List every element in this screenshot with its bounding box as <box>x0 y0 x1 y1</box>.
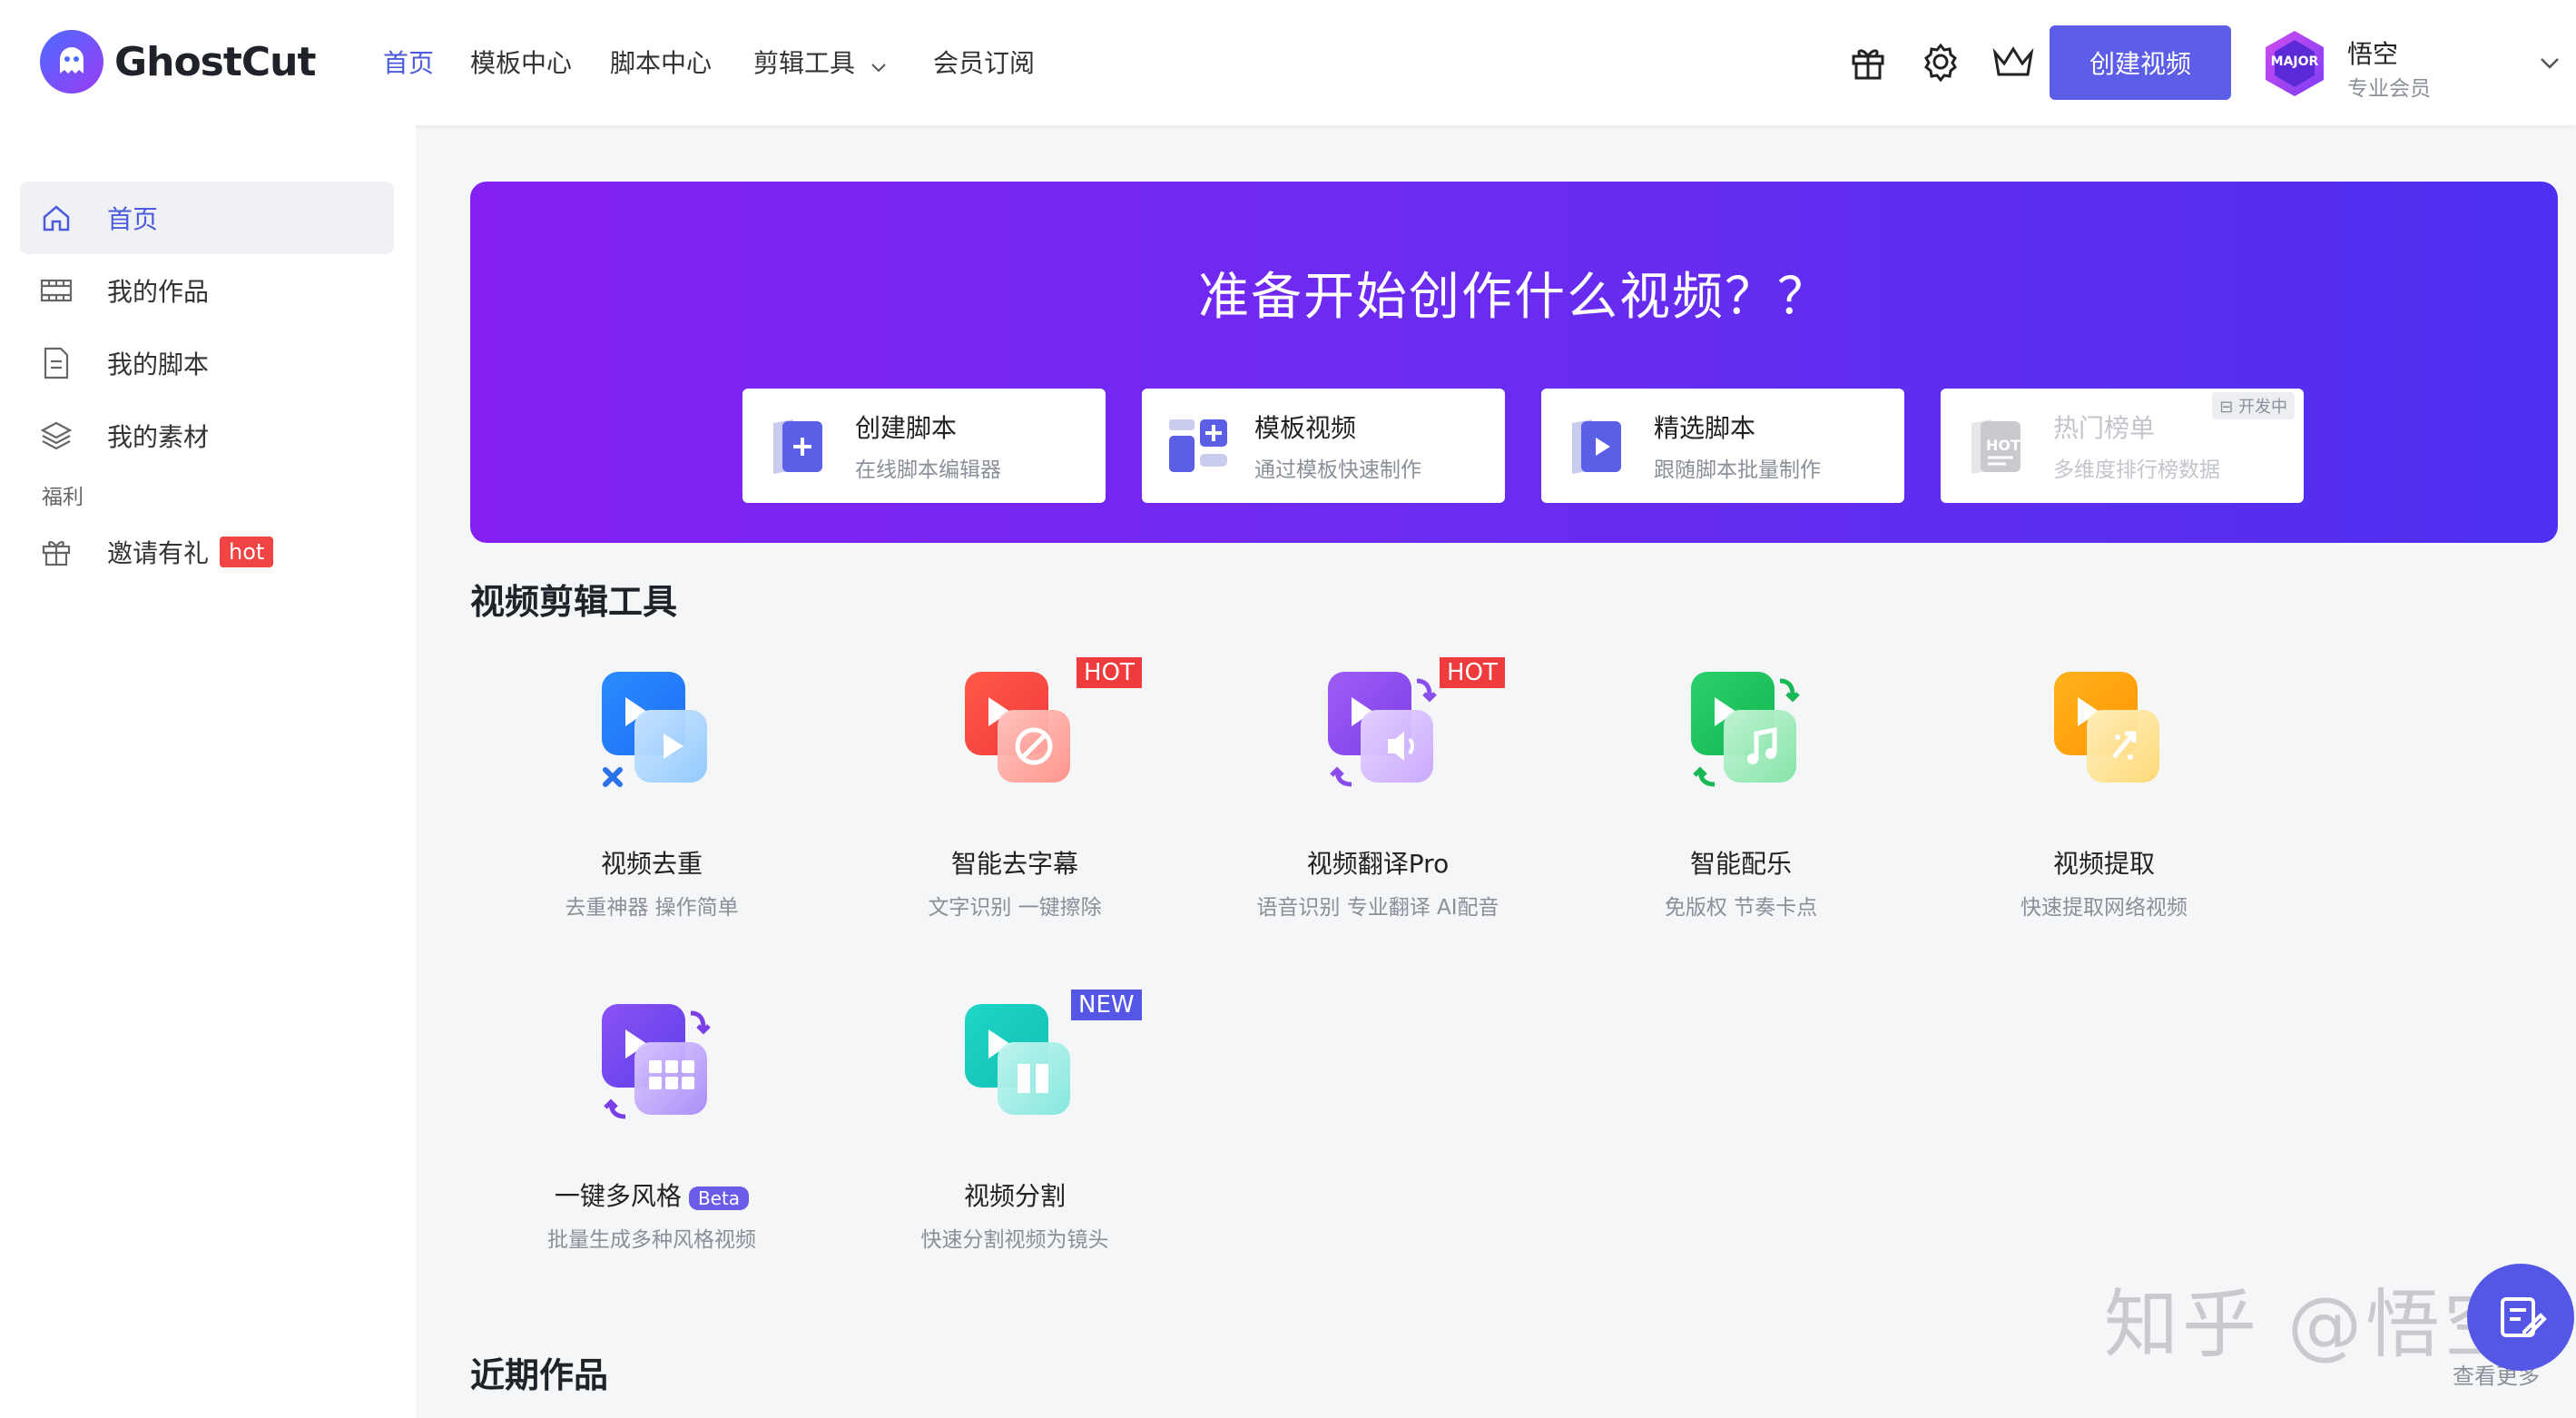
hot-tag: HOT <box>1440 657 1505 688</box>
crown-icon[interactable] <box>1988 36 2039 87</box>
create-video-button[interactable]: 创建视频 <box>2050 25 2231 100</box>
tool-multi-style[interactable]: 一键多风格 Beta 批量生成多种风格视频 <box>470 995 833 1295</box>
quick-card-title: 创建脚本 <box>855 413 958 443</box>
sidebar-item-home[interactable]: 首页 <box>20 182 394 254</box>
tool-desc: 批量生成多种风格视频 <box>547 1228 756 1252</box>
sidebar-item-label: 我的素材 <box>107 422 210 452</box>
sidebar-item-invite[interactable]: 邀请有礼 hot <box>20 516 394 588</box>
tool-desc: 文字识别 一键擦除 <box>928 896 1102 920</box>
remove-subtitle-icon <box>947 663 1083 799</box>
hot-tag: HOT <box>1077 657 1142 688</box>
nav-templates[interactable]: 模板中心 <box>470 44 572 80</box>
gift-icon[interactable] <box>1843 36 1893 87</box>
sidebar-item-label: 首页 <box>107 204 159 234</box>
quick-card-title: 热门榜单 <box>2053 413 2156 443</box>
tool-name-row: 一键多风格 Beta <box>470 1177 833 1213</box>
tool-desc: 语音识别 专业翻译 AI配音 <box>1256 896 1499 920</box>
tool-desc: 快速提取网络视频 <box>2020 896 2188 920</box>
svg-text:HOT: HOT <box>1986 437 2020 454</box>
tool-remove-subtitles[interactable]: HOT 智能去字幕 文字识别 一键擦除 <box>833 657 1196 962</box>
tool-video-split[interactable]: NEW 视频分割 快速分割视频为镜头 <box>833 990 1196 1295</box>
sidebar-item-my-assets[interactable]: 我的素材 <box>20 399 394 472</box>
template-grid-icon <box>1165 414 1231 479</box>
layers-icon <box>38 418 74 454</box>
quick-card-title: 模板视频 <box>1254 413 1357 443</box>
tool-name: 一键多风格 <box>554 1181 682 1211</box>
user-tier: 专业会员 <box>2347 77 2431 101</box>
gear-icon[interactable] <box>1915 36 1966 87</box>
extract-icon <box>2036 663 2172 799</box>
watermark: 知乎 @悟空 <box>2104 1282 2522 1368</box>
tool-video-extract[interactable]: 视频提取 快速提取网络视频 <box>1922 663 2286 962</box>
nav-scripts[interactable]: 脚本中心 <box>610 44 712 80</box>
split-icon <box>947 995 1083 1131</box>
nav-subscription[interactable]: 会员订阅 <box>933 44 1035 80</box>
nav-edit-tools[interactable]: 剪辑工具 <box>753 44 888 80</box>
add-document-icon <box>766 414 831 479</box>
tool-name: 视频分割 <box>963 1181 1066 1211</box>
sidebar: 首页 我的作品 我的脚本 我的素材 福利 邀请有礼 hot <box>0 125 416 1418</box>
in-development-label: 开发中 <box>2238 398 2287 417</box>
sidebar-item-my-works[interactable]: 我的作品 <box>20 254 394 327</box>
tool-name: 视频翻译Pro <box>1306 849 1450 879</box>
quick-card-subtitle: 在线脚本编辑器 <box>855 458 1001 482</box>
tool-video-translate[interactable]: HOT 视频翻译Pro 语音识别 专业翻译 AI配音 <box>1196 657 1559 962</box>
tool-desc: 快速分割视频为镜头 <box>920 1228 1109 1252</box>
ghost-logo-icon <box>38 28 105 95</box>
sidebar-group-label: 福利 <box>42 486 84 509</box>
translate-icon <box>1310 663 1446 799</box>
nav-home[interactable]: 首页 <box>383 44 434 80</box>
hot-badge: hot <box>220 537 274 567</box>
tool-video-dedupe[interactable]: 视频去重 去重神器 操作简单 <box>470 663 833 962</box>
music-icon <box>1673 663 1809 799</box>
tool-name: 智能配乐 <box>1689 849 1792 879</box>
chevron-down-icon <box>870 53 888 73</box>
sidebar-item-label: 我的作品 <box>107 277 210 307</box>
new-tag: NEW <box>1071 990 1142 1020</box>
sidebar-item-label: 我的脚本 <box>107 350 210 379</box>
in-development-tag: ⊟ 开发中 <box>2212 392 2295 419</box>
user-name: 悟空 <box>2347 39 2399 69</box>
quick-card-hot-list: HOT 热门榜单 多维度排行榜数据 ⊟ 开发中 <box>1941 389 2304 503</box>
tool-name: 视频提取 <box>2052 849 2155 879</box>
film-icon <box>38 272 74 309</box>
feedback-float-button[interactable] <box>2467 1264 2574 1371</box>
avatar-badge: MAJOR <box>2270 54 2319 69</box>
play-document-icon <box>1565 414 1630 479</box>
brand-name: GhostCut <box>114 38 317 85</box>
sidebar-item-my-scripts[interactable]: 我的脚本 <box>20 327 394 399</box>
tool-desc: 去重神器 操作简单 <box>565 896 739 920</box>
tool-desc: 免版权 节奏卡点 <box>1664 896 1818 920</box>
multi-style-icon <box>584 995 720 1131</box>
quick-card-template-video[interactable]: 模板视频 通过模板快速制作 <box>1142 389 1505 503</box>
gift-icon <box>38 534 74 570</box>
quick-card-title: 精选脚本 <box>1654 413 1756 443</box>
quick-card-subtitle: 多维度排行榜数据 <box>2053 458 2220 482</box>
top-header: GhostCut 首页 模板中心 脚本中心 剪辑工具 会员订阅 创建视频 MAJ… <box>0 0 2576 125</box>
sidebar-item-label: 邀请有礼 <box>107 538 210 568</box>
nav-edit-tools-label: 剪辑工具 <box>753 48 856 78</box>
logo[interactable]: GhostCut <box>38 27 317 96</box>
dedupe-icon <box>584 663 720 799</box>
quick-card-subtitle: 跟随脚本批量制作 <box>1654 458 1821 482</box>
document-icon <box>38 345 74 381</box>
tool-name: 视频去重 <box>600 849 703 879</box>
quick-card-subtitle: 通过模板快速制作 <box>1254 458 1421 482</box>
quick-card-create-script[interactable]: 创建脚本 在线脚本编辑器 <box>742 389 1106 503</box>
tools-section-title: 视频剪辑工具 <box>470 582 678 622</box>
tool-smart-music[interactable]: 智能配乐 免版权 节奏卡点 <box>1559 663 1922 962</box>
hero-banner: 准备开始创作什么视频？？ 创建脚本 在线脚本编辑器 模板视频 通过模板快速制作 … <box>470 182 2558 543</box>
beta-badge: Beta <box>688 1187 750 1210</box>
hot-list-icon: HOT <box>1964 414 2030 479</box>
home-icon <box>38 200 74 236</box>
tool-name: 智能去字幕 <box>950 849 1078 879</box>
user-avatar[interactable]: MAJOR <box>2258 27 2331 100</box>
quick-card-featured-scripts[interactable]: 精选脚本 跟随脚本批量制作 <box>1541 389 1904 503</box>
edit-note-icon <box>2493 1290 2548 1344</box>
banner-title: 准备开始创作什么视频？？ <box>1198 268 1830 327</box>
user-menu-chevron-icon[interactable] <box>2538 51 2561 74</box>
recent-section-title: 近期作品 <box>470 1355 609 1395</box>
